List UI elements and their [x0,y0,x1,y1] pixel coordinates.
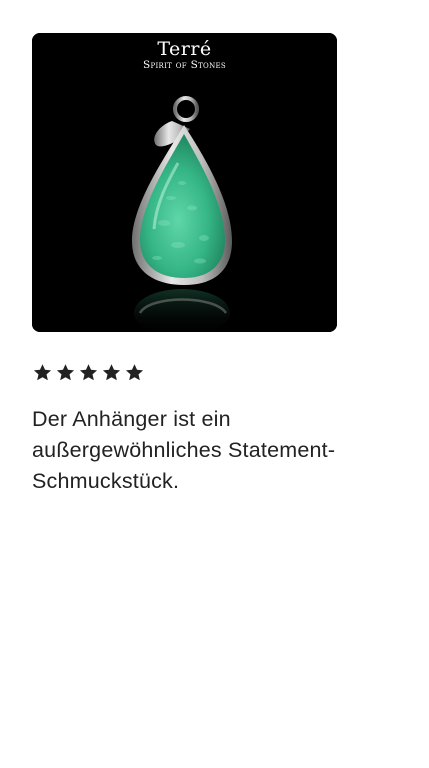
pendant-illustration [32,33,337,332]
star-rating [32,362,145,383]
brand-tagline: Spirit of Stones [142,59,227,71]
review-text: Der Anhänger ist ein außergewöhnliches S… [32,407,336,493]
brand-logo: Terré Spirit of Stones [32,39,337,72]
star-icon [125,364,144,381]
star-icon [102,364,121,381]
brand-name: Terré [157,38,212,60]
product-image[interactable]: Terré Spirit of Stones [32,33,337,332]
review-screen: Terré Spirit of Stones Der Anhänger ist … [0,0,429,768]
faded-overflow-text [32,512,312,532]
star-icon [79,364,98,381]
star-icon [33,364,52,381]
star-icon [56,364,75,381]
